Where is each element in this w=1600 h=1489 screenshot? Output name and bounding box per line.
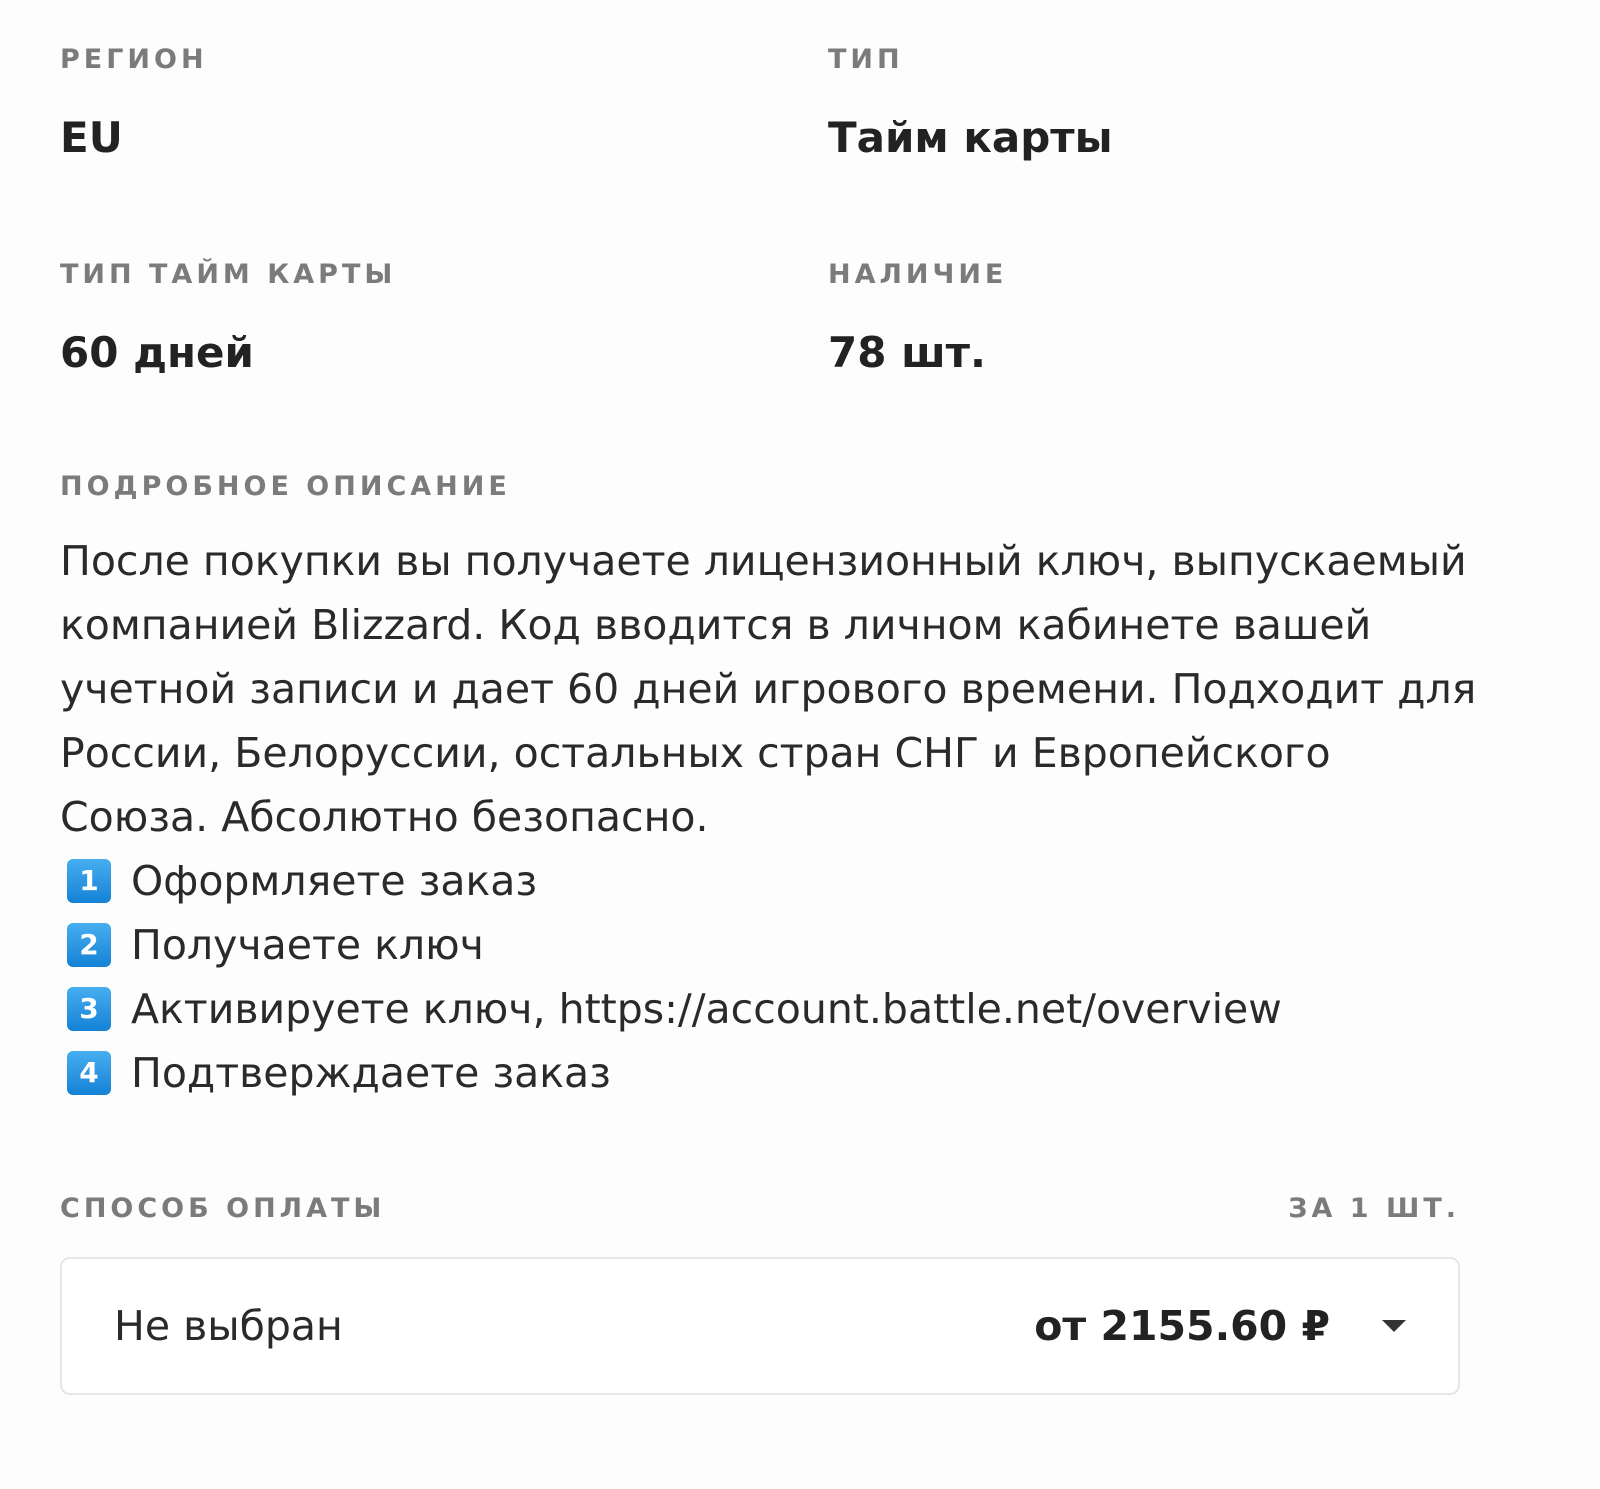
keycap-1-icon: 1 <box>67 859 111 903</box>
product-info-grid: РЕГИОН EU ТИП Тайм карты ТИП ТАЙМ КАРТЫ … <box>60 0 1500 430</box>
step-item: 1 Оформляете заказ <box>60 849 1490 913</box>
card-type-value: 60 дней <box>60 328 254 377</box>
type-value: Тайм карты <box>828 113 1113 162</box>
payment-method-label: СПОСОБ ОПЛАТЫ <box>60 1193 386 1224</box>
description-body: После покупки вы получаете лицензионный … <box>60 537 1477 841</box>
step-text: Получаете ключ <box>131 921 484 969</box>
card-type-field: ТИП ТАЙМ КАРТЫ 60 дней <box>60 255 760 381</box>
product-details-page: РЕГИОН EU ТИП Тайм карты ТИП ТАЙМ КАРТЫ … <box>60 0 1500 1395</box>
step-text: Оформляете заказ <box>131 857 538 905</box>
keycap-4-icon: 4 <box>67 1051 111 1095</box>
keycap-2-icon: 2 <box>67 923 111 967</box>
price-value: от 2155.60 ₽ <box>1034 1302 1330 1350</box>
stock-field: НАЛИЧИЕ 78 шт. <box>828 255 1528 381</box>
caret-down-icon[interactable] <box>1382 1320 1406 1332</box>
description-text: После покупки вы получаете лицензионный … <box>60 529 1490 1105</box>
payment-header: СПОСОБ ОПЛАТЫ ЗА 1 ШТ. <box>60 1189 1460 1229</box>
steps-list: 1 Оформляете заказ 2 Получаете ключ 3 Ак… <box>60 849 1490 1105</box>
region-value: EU <box>60 113 123 162</box>
step-item: 2 Получаете ключ <box>60 913 1490 977</box>
stock-value: 78 шт. <box>828 328 986 377</box>
description-label: ПОДРОБНОЕ ОПИСАНИЕ <box>60 471 511 502</box>
keycap-3-icon: 3 <box>67 987 111 1031</box>
region-field: РЕГИОН EU <box>60 40 760 166</box>
region-label: РЕГИОН <box>60 44 208 75</box>
step-text: Подтверждаете заказ <box>131 1049 611 1097</box>
per-unit-label: ЗА 1 ШТ. <box>1288 1193 1460 1224</box>
selected-payment-method: Не выбран <box>114 1302 343 1350</box>
step-item: 3 Активируете ключ, https://account.batt… <box>60 977 1490 1041</box>
step-item: 4 Подтверждаете заказ <box>60 1041 1490 1105</box>
type-field: ТИП Тайм карты <box>828 40 1528 166</box>
card-type-label: ТИП ТАЙМ КАРТЫ <box>60 259 397 290</box>
step-text: Активируете ключ, https://account.battle… <box>131 985 1282 1033</box>
stock-label: НАЛИЧИЕ <box>828 259 1008 290</box>
type-label: ТИП <box>828 44 904 75</box>
payment-method-select[interactable]: Не выбран от 2155.60 ₽ <box>60 1257 1460 1395</box>
description-section: ПОДРОБНОЕ ОПИСАНИЕ После покупки вы полу… <box>60 467 1500 1105</box>
